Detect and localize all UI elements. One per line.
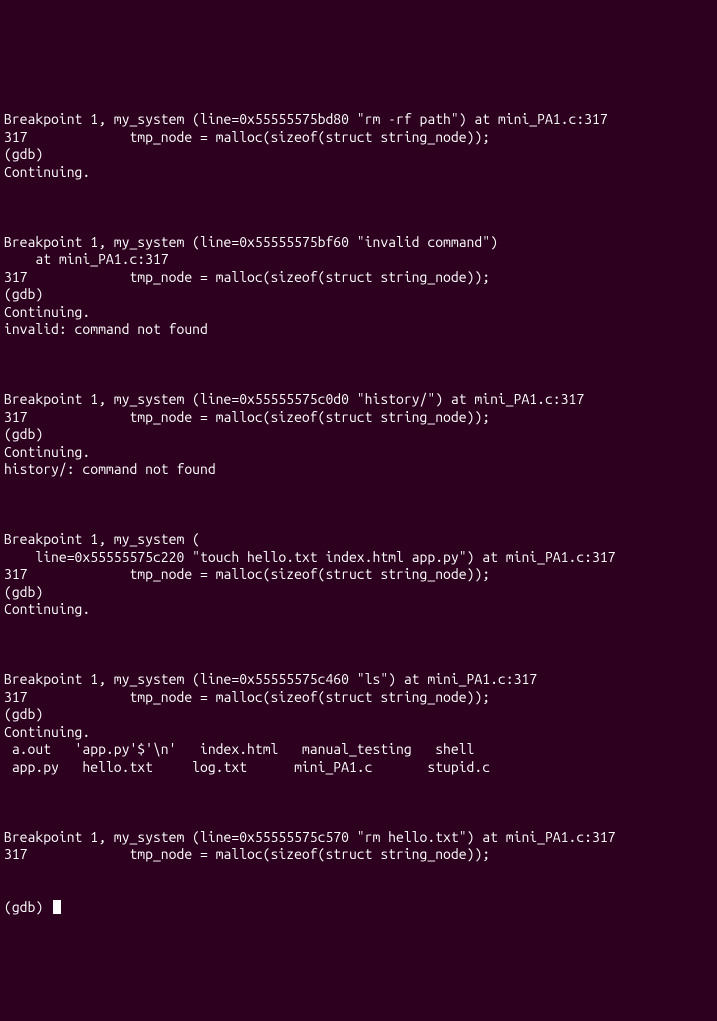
gdb-prompt: (gdb) bbox=[4, 899, 51, 917]
cursor-icon bbox=[53, 900, 61, 914]
bp-block: Breakpoint 1, my_system ( line=0x5555557… bbox=[4, 514, 713, 619]
terminal-output[interactable]: Breakpoint 1, my_system (line=0x55555575… bbox=[4, 76, 713, 934]
bp-block: Breakpoint 1, my_system (line=0x55555575… bbox=[4, 111, 713, 181]
gdb-prompt-line[interactable]: (gdb) bbox=[4, 899, 713, 917]
bp-block: Breakpoint 1, my_system (line=0x55555575… bbox=[4, 374, 713, 479]
bp-block: Breakpoint 1, my_system (line=0x55555575… bbox=[4, 654, 713, 777]
bp-block: Breakpoint 1, my_system (line=0x55555575… bbox=[4, 811, 713, 864]
bp-block: Breakpoint 1, my_system (line=0x55555575… bbox=[4, 216, 713, 339]
